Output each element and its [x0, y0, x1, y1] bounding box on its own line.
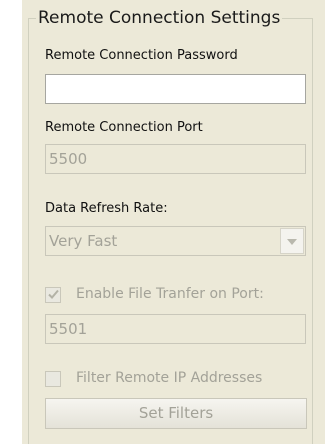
refresh-rate-select[interactable]: Very Fast	[45, 226, 306, 256]
filter-ip-checkbox[interactable]	[45, 371, 61, 387]
password-label: Remote Connection Password	[45, 48, 238, 63]
refresh-rate-label: Data Refresh Rate:	[45, 201, 168, 216]
file-transfer-port-field[interactable]: 5501	[45, 314, 306, 344]
group-title: Remote Connection Settings	[36, 8, 283, 28]
refresh-rate-dropdown-button[interactable]	[280, 228, 304, 254]
port-label: Remote Connection Port	[45, 120, 203, 135]
chevron-down-icon	[287, 239, 297, 245]
filter-ip-label: Filter Remote IP Addresses	[76, 370, 263, 386]
file-transfer-checkbox[interactable]	[45, 287, 61, 303]
password-field[interactable]	[45, 74, 306, 104]
port-field[interactable]: 5500	[45, 144, 306, 174]
set-filters-button[interactable]: Set Filters	[45, 398, 307, 429]
file-transfer-label: Enable File Tranfer on Port:	[76, 286, 264, 302]
checkmark-icon	[48, 289, 59, 299]
refresh-rate-value: Very Fast	[49, 232, 118, 250]
